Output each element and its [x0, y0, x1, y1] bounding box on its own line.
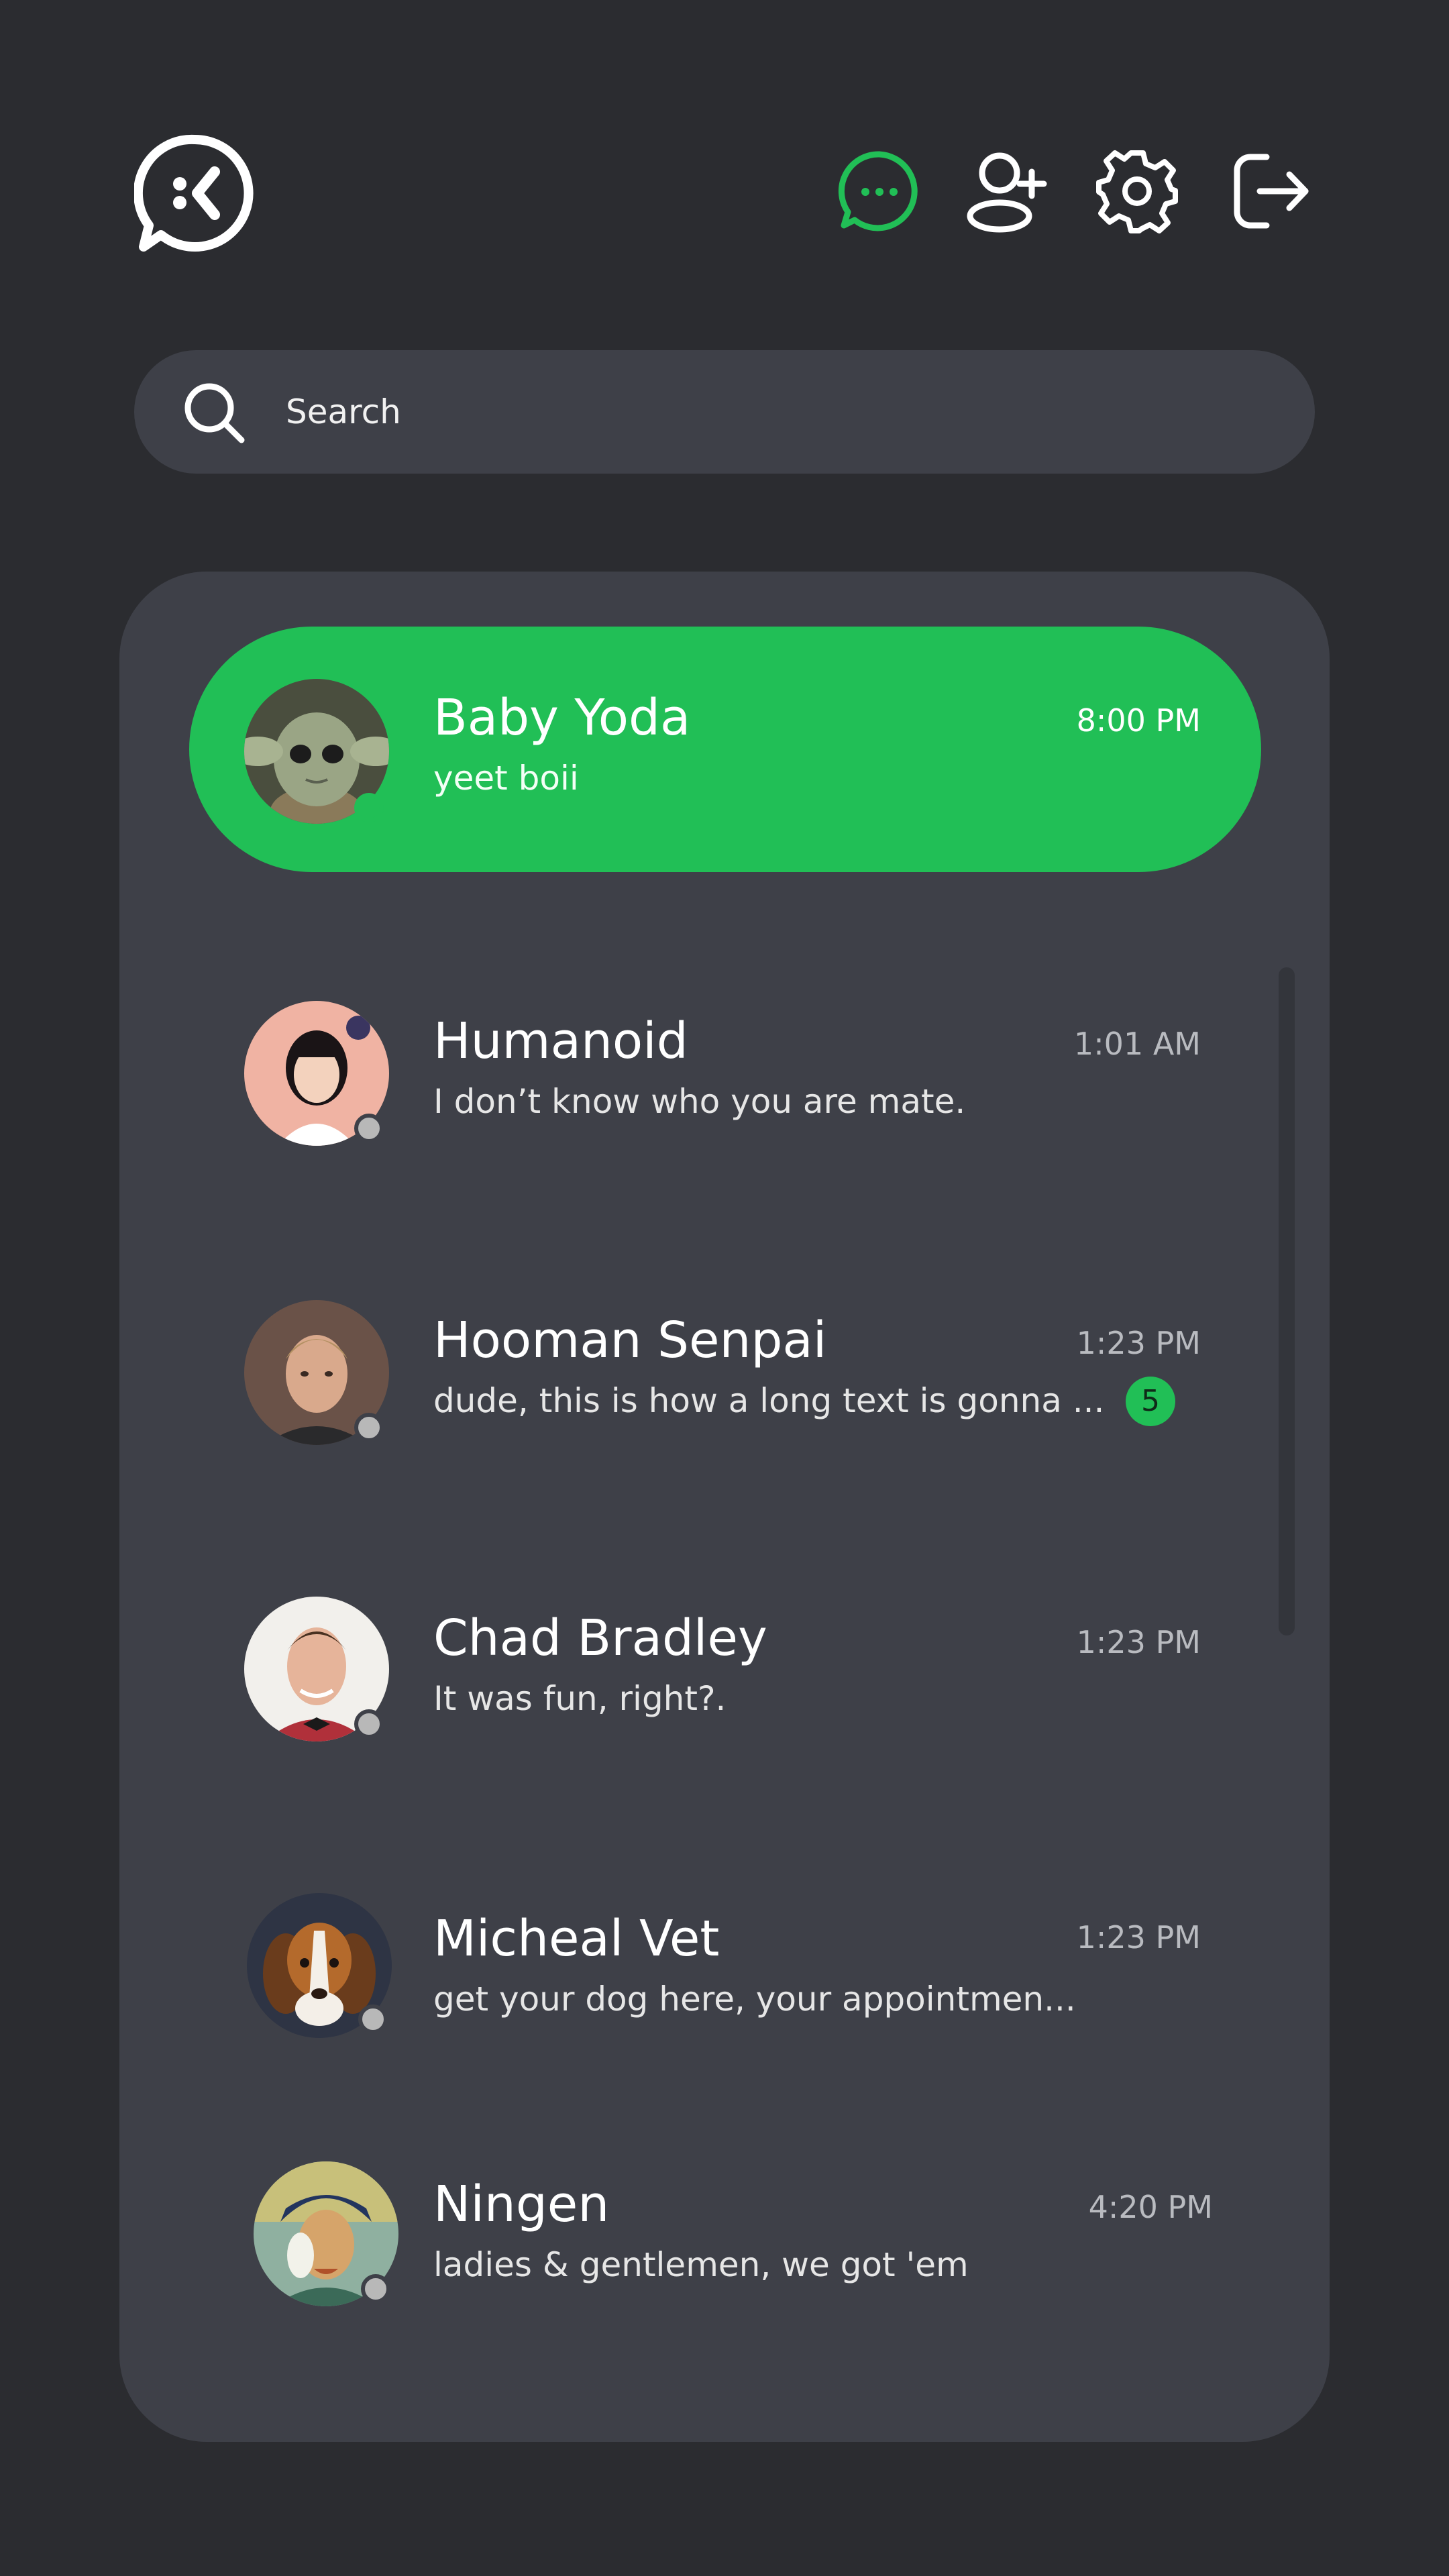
chat-name: Micheal Vet	[433, 1910, 720, 1968]
offline-status-dot	[361, 2274, 390, 2304]
chat-name: Hooman Senpai	[433, 1311, 827, 1369]
offline-status-dot	[358, 2004, 388, 2034]
search-icon	[184, 383, 245, 443]
chat-time: 1:23 PM	[1076, 1624, 1201, 1660]
chat-time: 4:20 PM	[1088, 2189, 1213, 2225]
chat-bubble-icon[interactable]	[836, 148, 923, 235]
offline-status-dot	[354, 1709, 384, 1739]
chat-item-ningen[interactable]: Ningen ladies & gentlemen, we got 'em 4:…	[189, 2157, 1261, 2318]
chat-time: 1:01 AM	[1073, 1026, 1201, 1062]
chat-item-micheal-vet[interactable]: Micheal Vet get your dog here, your appo…	[189, 1890, 1261, 2051]
chat-preview: It was fun, right?.	[433, 1679, 727, 1718]
add-user-icon[interactable]	[965, 148, 1052, 235]
chat-list-scrollbar[interactable]	[1279, 967, 1295, 1635]
chat-name: Chad Bradley	[433, 1609, 767, 1667]
unread-count-badge: 5	[1126, 1377, 1175, 1426]
app-logo-icon[interactable]	[134, 133, 255, 254]
chat-item-humanoid[interactable]: Humanoid I don’t know who you are mate. …	[189, 996, 1261, 1157]
chat-time: 1:23 PM	[1076, 1325, 1201, 1361]
chat-preview: yeet boii	[433, 759, 579, 798]
search-input[interactable]: Search	[286, 392, 401, 432]
chat-item-chad-bradley[interactable]: Chad Bradley It was fun, right?. 1:23 PM	[189, 1591, 1261, 1752]
logout-icon[interactable]	[1228, 148, 1315, 235]
chat-item-hooman-senpai[interactable]: Hooman Senpai dude, this is how a long t…	[189, 1293, 1261, 1454]
chat-name: Ningen	[433, 2176, 610, 2233]
gear-icon[interactable]	[1093, 148, 1181, 235]
chat-item-baby-yoda[interactable]: Baby Yoda yeet boii 8:00 PM	[189, 627, 1261, 872]
chat-preview: ladies & gentlemen, we got 'em	[433, 2245, 969, 2284]
chat-name: Humanoid	[433, 1012, 688, 1070]
offline-status-dot	[354, 1114, 384, 1143]
search-bar[interactable]: Search	[134, 350, 1315, 474]
chat-time: 1:23 PM	[1076, 1919, 1201, 1955]
chat-preview: get your dog here, your appointmen...	[433, 1980, 1076, 2019]
chat-name: Baby Yoda	[433, 689, 691, 747]
offline-status-dot	[354, 1413, 384, 1442]
chat-time: 8:00 PM	[1076, 702, 1201, 739]
online-status-dot	[354, 793, 384, 822]
chat-preview: dude, this is how a long text is gonna .…	[433, 1381, 1105, 1420]
chat-preview: I don’t know who you are mate.	[433, 1082, 966, 1121]
